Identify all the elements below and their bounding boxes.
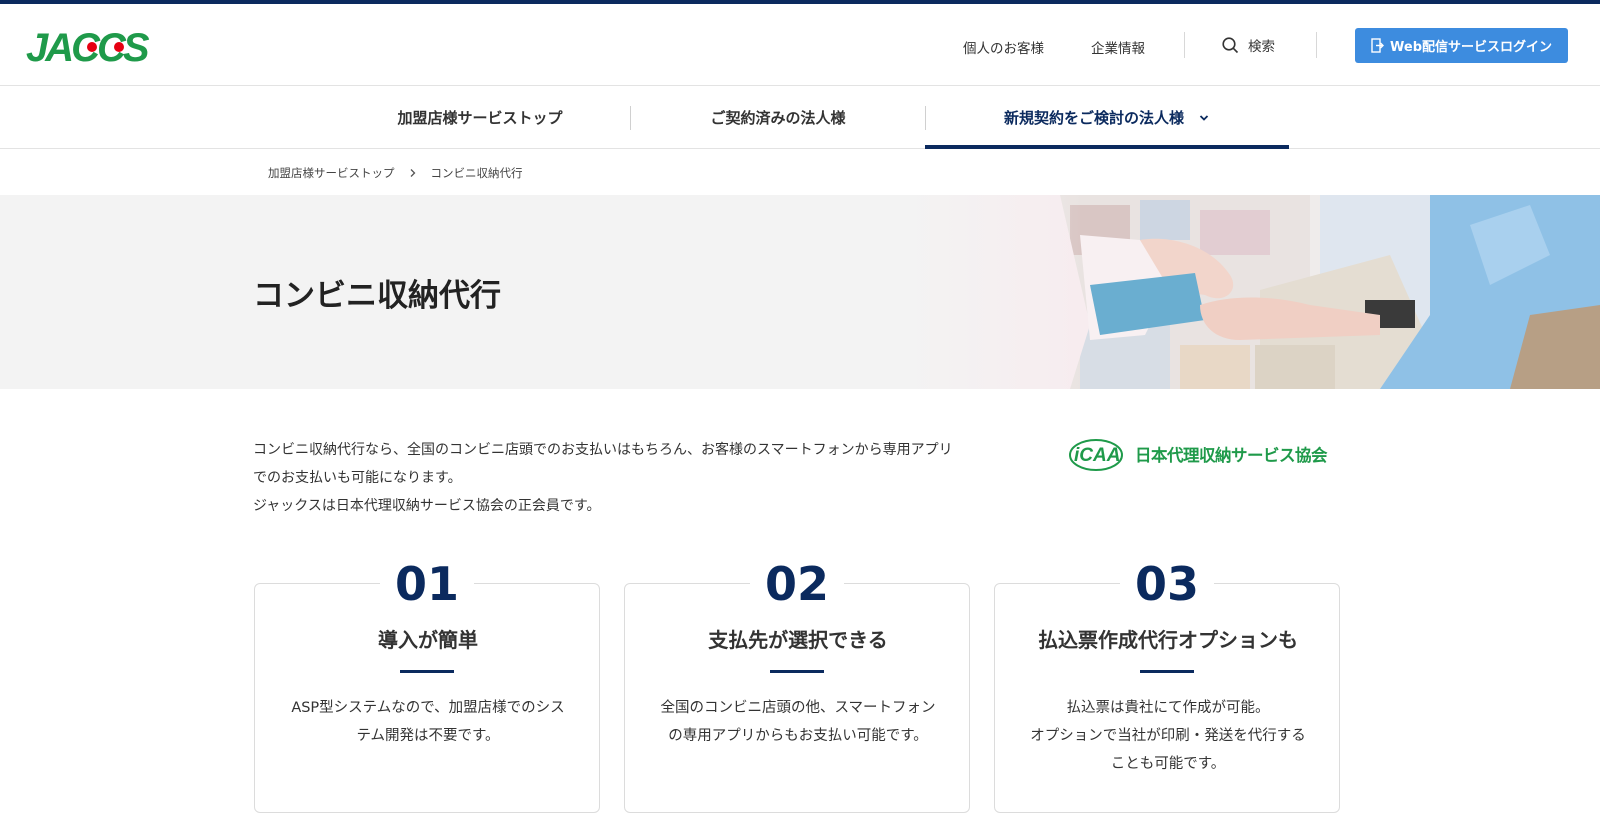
login-door-icon <box>1371 38 1384 53</box>
header-divider <box>1316 32 1317 58</box>
feature-underline <box>400 670 454 673</box>
feature-description: 払込票は貴社にて作成が可能。 オプションで当社が印刷・発送を代行する ことも可能… <box>1015 694 1321 778</box>
search-icon <box>1222 36 1239 53</box>
nav-label: ご契約済みの法人様 <box>710 109 846 127</box>
intro-line: コンビニ収納代行なら、全国のコンビニ店頭でのお支払いはもちろん、お客様のスマート… <box>253 442 953 458</box>
breadcrumb-home-link[interactable]: 加盟店様サービストップ <box>268 165 395 181</box>
feature-line: テム開発は不要です。 <box>356 728 500 744</box>
feature-card: 導入が簡単 ASP型システムなので、加盟店様でのシス テム開発は不要です。 <box>254 583 600 813</box>
feature-number: 03 <box>1120 555 1214 613</box>
feature-card: 支払先が選択できる 全国のコンビニ店頭の他、スマートフォン の専用アプリからもお… <box>624 583 970 813</box>
search-button[interactable]: 検索 <box>1222 35 1275 55</box>
nav-contracted-corporations[interactable]: ご契約済みの法人様 <box>631 86 925 149</box>
feature-underline <box>770 670 824 673</box>
login-label: Web配信サービスログイン <box>1390 40 1552 55</box>
feature-line: の専用アプリからもお支払い可能です。 <box>668 728 928 744</box>
feature-line: ことも可能です。 <box>1110 756 1226 772</box>
search-label: 検索 <box>1248 39 1275 55</box>
chevron-right-icon <box>410 169 415 177</box>
feature-underline <box>1140 670 1194 673</box>
page-title: コンビニ収納代行 <box>253 278 501 314</box>
site-header: JACCS 個人のお客様 企業情報 検索 Web配信サービスログイン <box>0 4 1600 86</box>
icaa-mark: iCAA <box>1074 445 1120 466</box>
feature-line: ASP型システムなので、加盟店様でのシス <box>291 700 565 716</box>
hero-banner: コンビニ収納代行 <box>0 195 1600 389</box>
hero-photo-convenience-store-payment <box>910 195 1600 389</box>
nav-label: 加盟店様サービストップ <box>397 109 563 127</box>
header-divider <box>1184 32 1185 58</box>
feature-card: 払込票作成代行オプションも 払込票は貴社にて作成が可能。 オプションで当社が印刷… <box>994 583 1340 813</box>
feature-title: 支払先が選択できる <box>708 628 888 652</box>
breadcrumb-current: コンビニ収納代行 <box>430 166 523 180</box>
feature-line: 払込票は貴社にて作成が可能。 <box>1066 700 1270 716</box>
nav-label: 新規契約をご検討の法人様 <box>1003 109 1184 127</box>
intro-line: ジャックスは日本代理収納サービス協会の正会員です。 <box>253 498 601 514</box>
corporate-info-link[interactable]: 企業情報 <box>1091 37 1145 57</box>
feature-title: 払込票作成代行オプションも <box>1038 628 1298 652</box>
chevron-down-icon <box>1199 114 1209 121</box>
web-service-login-button[interactable]: Web配信サービスログイン <box>1355 28 1568 63</box>
feature-number: 02 <box>750 555 844 613</box>
feature-description: ASP型システムなので、加盟店様でのシス テム開発は不要です。 <box>275 694 581 750</box>
personal-customers-link[interactable]: 個人のお客様 <box>963 37 1044 57</box>
intro-text: コンビニ収納代行なら、全国のコンビニ店頭でのお支払いはもちろん、お客様のスマート… <box>253 436 1033 520</box>
breadcrumb: 加盟店様サービストップ コンビニ収納代行 <box>268 165 523 181</box>
feature-line: 全国のコンビニ店頭の他、スマートフォン <box>660 700 936 716</box>
feature-line: オプションで当社が印刷・発送を代行する <box>1030 728 1306 744</box>
nav-merchant-top[interactable]: 加盟店様サービストップ <box>330 86 630 149</box>
icaa-logo-text: 日本代理収納サービス協会 <box>1135 446 1328 465</box>
jaccs-logo[interactable]: JACCS <box>26 26 158 68</box>
intro-line: でのお支払いも可能になります。 <box>253 470 462 486</box>
feature-title: 導入が簡単 <box>378 628 478 652</box>
feature-description: 全国のコンビニ店頭の他、スマートフォン の専用アプリからもお支払い可能です。 <box>645 694 951 750</box>
feature-number: 01 <box>380 555 474 613</box>
global-nav: 加盟店様サービストップ ご契約済みの法人様 新規契約をご検討の法人様 <box>0 86 1600 149</box>
nav-new-contract-corporations[interactable]: 新規契約をご検討の法人様 <box>925 86 1289 149</box>
